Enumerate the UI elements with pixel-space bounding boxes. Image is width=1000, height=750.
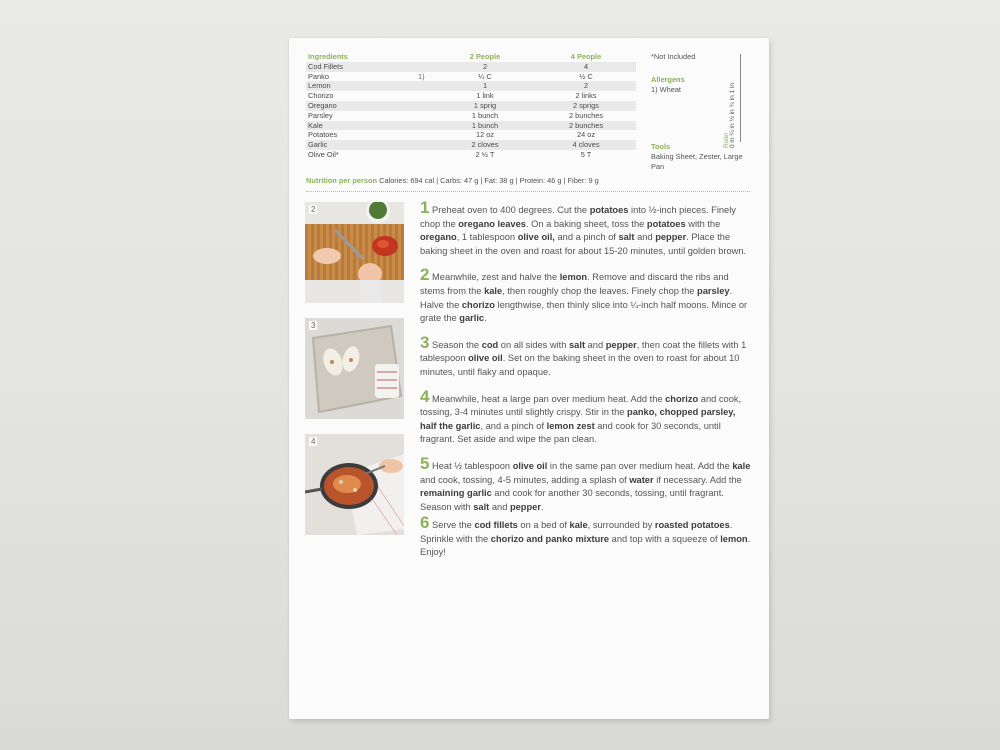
quantity-4-people: 2 bunches <box>568 120 604 130</box>
ruler-scale: 0 in ¼ in ½ in ¾ in 1 in <box>729 82 736 148</box>
quantity-2-people: 2 ½ T <box>475 149 495 159</box>
allergens-heading: Allergens <box>651 75 685 84</box>
step-text: Meanwhile, heat a large pan over medium … <box>420 393 742 445</box>
step-2-photo: 2 <box>305 202 404 303</box>
ingredient-row: Garlic 2 cloves 4 cloves <box>306 140 636 150</box>
ingredient-row: Panko 1) ¼ C ½ C <box>306 72 636 82</box>
step-text: Heat ½ tablespoon olive oil in the same … <box>420 460 751 512</box>
allergen-ref <box>418 91 434 101</box>
recipe-card: Ingredients 2 People 4 People Cod Fillet… <box>289 38 769 719</box>
ingredient-row: Kale 1 bunch 2 bunches <box>306 120 636 131</box>
step-1: 1 Preheat oven to 400 degrees. Cut the p… <box>420 199 752 258</box>
photo-number: 3 <box>309 321 318 330</box>
allergen-ref <box>418 81 434 91</box>
nutrition-line: Nutrition per person Calories: 694 cal |… <box>306 176 599 185</box>
instructions: 1 Preheat oven to 400 degrees. Cut the p… <box>420 199 752 560</box>
ingredient-row: Cod Fillets 2 4 <box>306 61 636 72</box>
two-people-heading: 2 People <box>469 52 501 61</box>
step-4-photo: 4 <box>305 434 404 535</box>
allergen-item: 1) Wheat <box>651 85 681 94</box>
ingredient-row: Lemon 1 2 <box>306 81 636 92</box>
photo-number: 2 <box>309 205 318 214</box>
quantity-4-people: 4 <box>583 61 589 71</box>
allergen-ref <box>418 101 434 111</box>
step-3-photo: 3 <box>305 318 404 419</box>
dotted-divider <box>306 191 750 192</box>
ingredient-name: Garlic <box>308 140 328 150</box>
quantity-4-people: ½ C <box>579 71 593 81</box>
ingredient-row: Oregano 1 sprig 2 sprigs <box>306 100 636 111</box>
quantity-4-people: 2 links <box>575 91 597 101</box>
quantity-2-people: 12 oz <box>475 130 495 140</box>
step-text: Season the cod on all sides with salt an… <box>420 339 747 377</box>
ingredient-name: Chorizo <box>308 91 334 101</box>
quantity-2-people: 1 bunch <box>471 110 499 120</box>
ingredient-row: Potatoes 12 oz 24 oz <box>306 130 636 140</box>
quantity-2-people: 1 link <box>476 91 494 101</box>
allergen-ref <box>418 111 434 121</box>
quantity-4-people: 2 sprigs <box>573 100 599 110</box>
ingredient-row: Chorizo 1 link 2 links <box>306 91 636 101</box>
ruler-line <box>740 54 741 142</box>
ingredient-name: Parsley <box>308 110 333 120</box>
ingredient-name: Kale <box>308 120 323 130</box>
quantity-4-people: 5 T <box>580 149 592 159</box>
not-included-note: *Not Included <box>651 52 696 61</box>
step-5: 5 Heat ½ tablespoon olive oil in the sam… <box>420 455 752 514</box>
quantity-4-people: 24 oz <box>576 130 596 140</box>
tools-list: Baking Sheet, Zester, Large Pan <box>651 152 743 171</box>
quantity-4-people: 4 cloves <box>572 140 600 150</box>
allergen-ref <box>418 121 434 131</box>
ingredient-name: Panko <box>308 71 329 81</box>
quantity-4-people: 2 <box>583 81 589 91</box>
quantity-2-people: 1 <box>482 81 488 91</box>
ingredients-header: Ingredients 2 People 4 People <box>306 52 636 62</box>
step-4: 4 Meanwhile, heat a large pan over mediu… <box>420 388 752 447</box>
quantity-4-people: 2 bunches <box>568 110 604 120</box>
four-people-heading: 4 People <box>570 52 602 61</box>
step-text: Preheat oven to 400 degrees. Cut the pot… <box>420 205 747 256</box>
quantity-2-people: 1 sprig <box>473 100 497 110</box>
allergen-ref: 1) <box>418 71 425 81</box>
step-text: Meanwhile, zest and halve the lemon. Rem… <box>420 272 748 324</box>
allergen-ref <box>418 150 434 160</box>
ingredient-row: Parsley 1 bunch 2 bunches <box>306 111 636 121</box>
ingredients-table: Ingredients 2 People 4 People Cod Fillet… <box>306 52 636 160</box>
step-text: Serve the cod fillets on a bed of kale, … <box>420 520 751 558</box>
ingredient-name: Olive Oil* <box>308 149 339 159</box>
nutrition-values: Calories: 694 cal | Carbs: 47 g | Fat: 3… <box>379 176 599 185</box>
step-3: 3 Season the cod on all sides with salt … <box>420 334 752 380</box>
quantity-2-people: ¼ C <box>478 71 492 81</box>
nutrition-label: Nutrition per person <box>306 176 378 185</box>
ingredient-name: Potatoes <box>308 130 338 140</box>
ruler: Ruler 0 in ¼ in ½ in ¾ in 1 in <box>723 52 745 148</box>
allergen-ref <box>418 130 434 140</box>
photo-number: 4 <box>309 437 318 446</box>
allergen-ref <box>418 62 434 72</box>
ingredient-name: Oregano <box>308 100 337 110</box>
quantity-2-people: 1 bunch <box>471 120 499 130</box>
quantity-2-people: 2 cloves <box>471 140 499 150</box>
ingredient-name: Cod Fillets <box>308 61 343 71</box>
quantity-2-people: 2 <box>482 61 488 71</box>
allergens-block: Allergens 1) Wheat <box>651 75 685 95</box>
step-6: 6 Serve the cod fillets on a bed of kale… <box>420 514 752 560</box>
step-2: 2 Meanwhile, zest and halve the lemon. R… <box>420 266 752 325</box>
ingredients-heading: Ingredients <box>308 52 348 61</box>
allergen-ref <box>418 140 434 150</box>
ingredient-name: Lemon <box>308 81 331 91</box>
ingredient-row: Olive Oil* 2 ½ T 5 T <box>306 150 636 160</box>
